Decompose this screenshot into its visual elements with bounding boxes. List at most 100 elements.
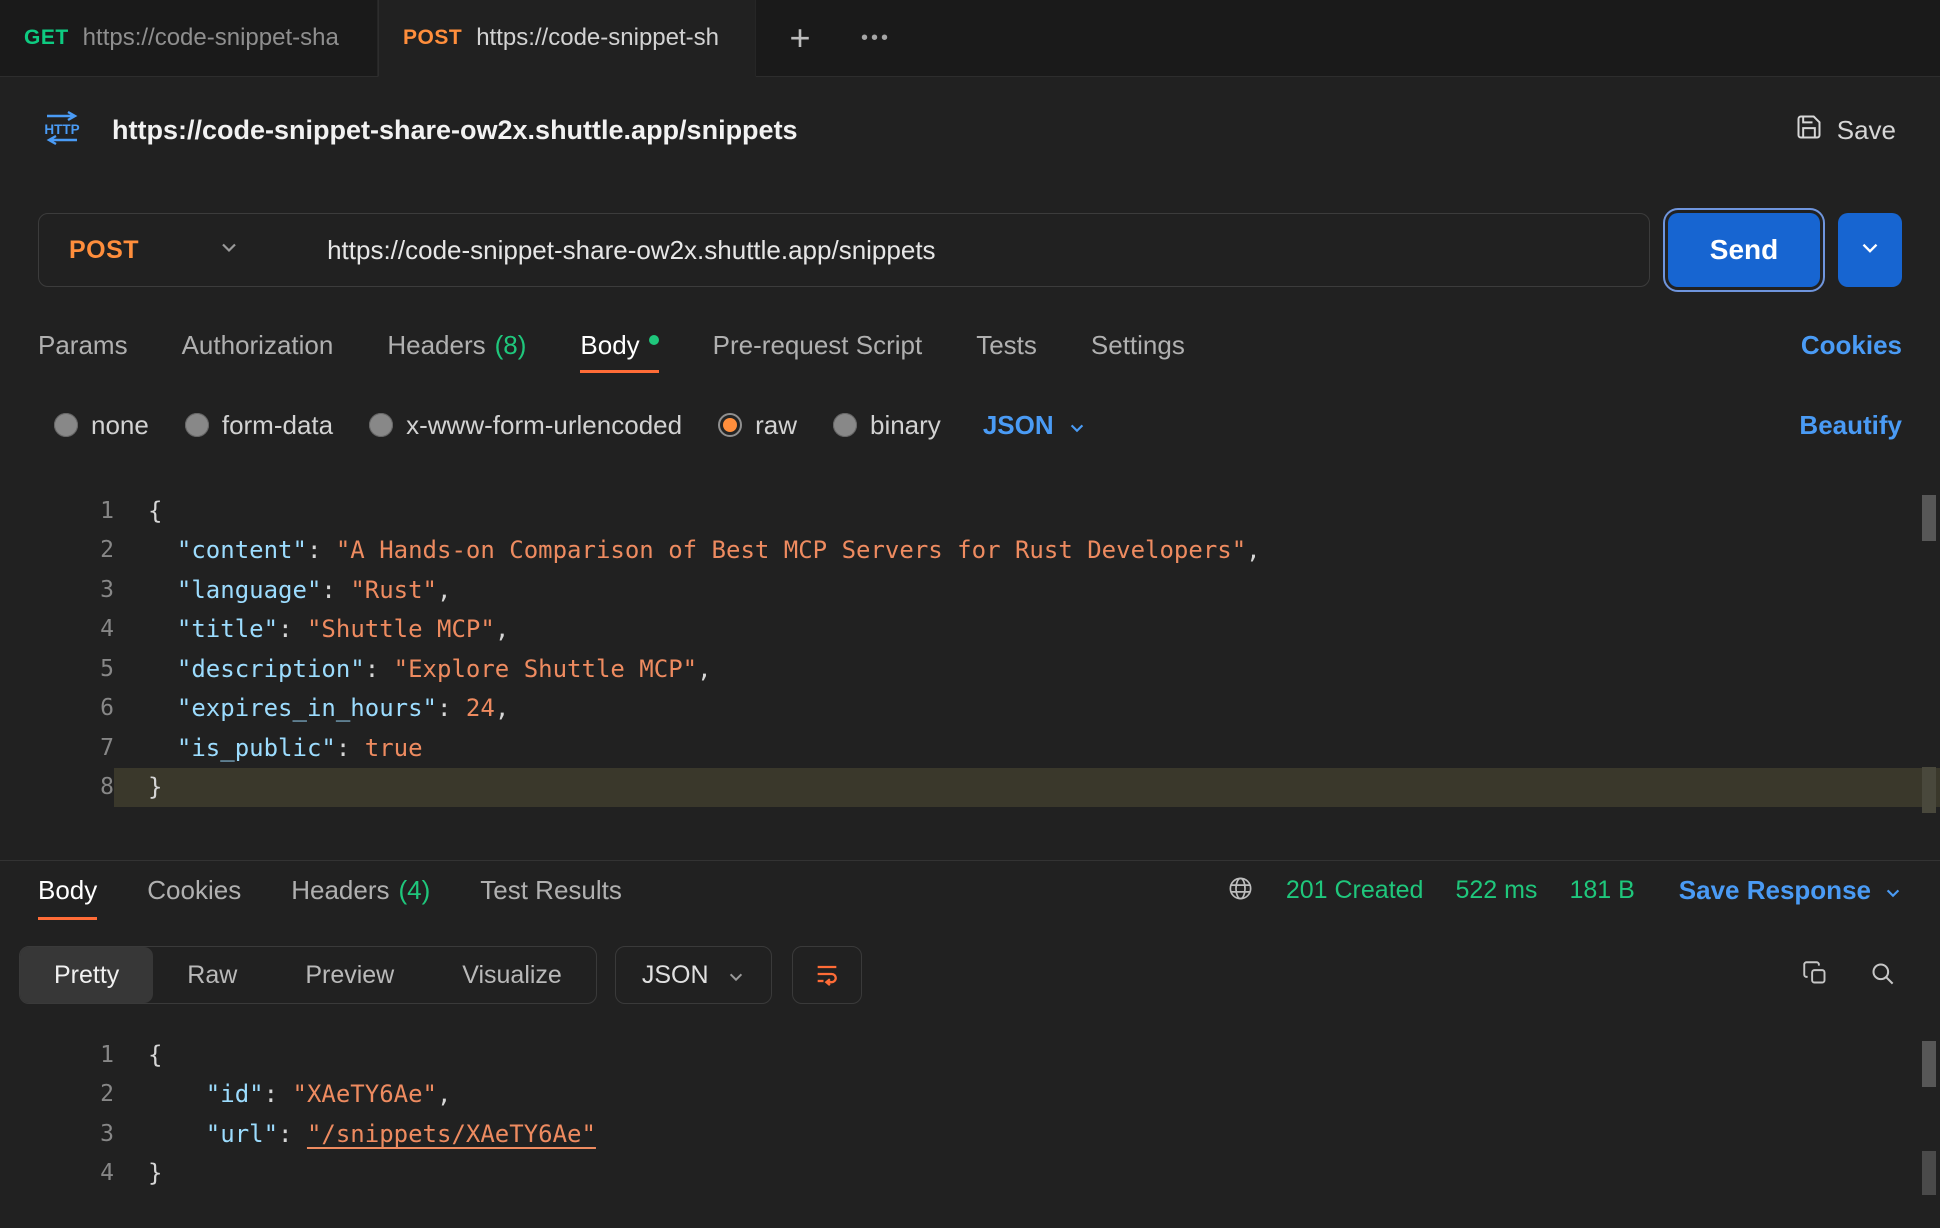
line-number: 3 <box>0 577 114 603</box>
code-text[interactable]: "url": "/snippets/XAeTY6Ae" <box>114 1114 1940 1154</box>
editor-scroll-marker[interactable] <box>1922 767 1936 813</box>
wrap-lines-button[interactable] <box>792 946 862 1004</box>
tab-settings[interactable]: Settings <box>1091 317 1185 373</box>
code-text[interactable]: "language": "Rust", <box>114 570 1940 610</box>
save-response-button[interactable]: Save Response <box>1679 875 1902 906</box>
url-input[interactable] <box>269 235 1649 266</box>
code-line[interactable]: 5 "description": "Explore Shuttle MCP", <box>0 649 1940 689</box>
chevron-down-icon <box>219 241 239 259</box>
code-text[interactable]: "is_public": true <box>114 728 1940 768</box>
raw-format-dropdown[interactable]: JSON <box>983 410 1086 441</box>
view-raw-button[interactable]: Raw <box>153 947 271 1003</box>
request-title-row: HTTP https://code-snippet-share-ow2x.shu… <box>0 77 1940 183</box>
method-dropdown[interactable]: POST <box>39 214 269 286</box>
beautify-link[interactable]: Beautify <box>1799 410 1902 441</box>
body-type-none[interactable]: none <box>54 410 149 441</box>
save-button[interactable]: Save <box>1789 112 1902 149</box>
line-number: 1 <box>0 498 114 524</box>
editor-scrollbar-thumb[interactable] <box>1922 495 1936 541</box>
code-text[interactable]: { <box>114 1035 1940 1075</box>
editor-scroll-marker[interactable] <box>1922 1151 1936 1195</box>
line-number: 6 <box>0 695 114 721</box>
body-type-form-data[interactable]: form-data <box>185 410 333 441</box>
editor-scrollbar-thumb[interactable] <box>1922 1041 1936 1087</box>
tab-params[interactable]: Params <box>38 317 128 373</box>
code-text[interactable]: "expires_in_hours": 24, <box>114 689 1940 729</box>
line-number: 5 <box>0 656 114 682</box>
code-line[interactable]: 4} <box>0 1154 1940 1194</box>
response-format-dropdown[interactable]: JSON <box>615 946 772 1004</box>
view-visualize-button[interactable]: Visualize <box>428 947 596 1003</box>
search-response-button[interactable] <box>1863 959 1902 991</box>
response-tab-body[interactable]: Body <box>38 861 97 920</box>
line-number: 7 <box>0 735 114 761</box>
code-line[interactable]: 2 "id": "XAeTY6Ae", <box>0 1075 1940 1115</box>
code-text[interactable]: "content": "A Hands-on Comparison of Bes… <box>114 531 1940 571</box>
request-tab-bar: GET https://code-snippet-sha POST https:… <box>0 0 1940 77</box>
radio-icon <box>54 413 78 437</box>
tab-label: Headers <box>291 875 389 906</box>
new-tab-button[interactable]: + <box>768 0 832 76</box>
code-text[interactable]: "id": "XAeTY6Ae", <box>114 1075 1940 1115</box>
api-client-window: GET https://code-snippet-sha POST https:… <box>0 0 1940 1228</box>
tab-label: Body <box>580 330 639 361</box>
view-pretty-button[interactable]: Pretty <box>20 947 153 1003</box>
body-type-binary[interactable]: binary <box>833 410 941 441</box>
line-number: 3 <box>0 1121 114 1147</box>
tab-url-text: https://code-snippet-sha <box>83 24 339 52</box>
chevron-down-icon <box>1859 242 1881 258</box>
response-headers-count-badge: (4) <box>398 875 430 906</box>
tab-label: Body <box>38 875 97 906</box>
tab-label: Pre-request Script <box>713 330 923 361</box>
code-line[interactable]: 8} <box>0 768 1940 808</box>
send-button[interactable]: Send <box>1668 213 1820 287</box>
view-mode-group: Pretty Raw Preview Visualize <box>19 946 597 1004</box>
view-preview-button[interactable]: Preview <box>271 947 428 1003</box>
request-body-editor[interactable]: 1{2 "content": "A Hands-on Comparison of… <box>0 489 1940 841</box>
tab-tests[interactable]: Tests <box>976 317 1037 373</box>
tab-authorization[interactable]: Authorization <box>182 317 334 373</box>
code-line[interactable]: 3 "language": "Rust", <box>0 570 1940 610</box>
code-line[interactable]: 2 "content": "A Hands-on Comparison of B… <box>0 531 1940 571</box>
code-line[interactable]: 1{ <box>0 1035 1940 1075</box>
response-tab-test-results[interactable]: Test Results <box>480 861 622 920</box>
code-text[interactable]: { <box>114 491 1940 531</box>
tab-body[interactable]: Body <box>580 317 658 373</box>
code-line[interactable]: 7 "is_public": true <box>0 728 1940 768</box>
response-body-editor[interactable]: 1{2 "id": "XAeTY6Ae",3 "url": "/snippets… <box>0 1033 1940 1228</box>
body-type-urlencoded[interactable]: x-www-form-urlencoded <box>369 410 682 441</box>
code-text[interactable]: "title": "Shuttle MCP", <box>114 610 1940 650</box>
more-tabs-button[interactable]: ••• <box>844 0 908 76</box>
response-tab-headers[interactable]: Headers (4) <box>291 861 430 920</box>
copy-response-button[interactable] <box>1796 959 1835 991</box>
method-badge-post: POST <box>403 26 462 50</box>
radio-label: raw <box>755 410 797 441</box>
svg-text:HTTP: HTTP <box>44 122 79 137</box>
tab-label: Authorization <box>182 330 334 361</box>
request-tab-get[interactable]: GET https://code-snippet-sha <box>0 0 378 76</box>
radio-icon <box>369 413 393 437</box>
code-text[interactable]: } <box>114 1154 1940 1194</box>
response-view-controls: Pretty Raw Preview Visualize JSON <box>0 946 1940 1004</box>
send-options-button[interactable] <box>1838 213 1902 287</box>
code-line[interactable]: 4 "title": "Shuttle MCP", <box>0 610 1940 650</box>
response-tab-cookies[interactable]: Cookies <box>147 861 241 920</box>
save-label: Save <box>1837 115 1896 146</box>
tab-url-text: https://code-snippet-sh <box>476 24 719 52</box>
tab-headers[interactable]: Headers (8) <box>387 317 526 373</box>
code-text[interactable]: "description": "Explore Shuttle MCP", <box>114 649 1940 689</box>
body-type-raw[interactable]: raw <box>718 410 797 441</box>
radio-label: x-www-form-urlencoded <box>406 410 682 441</box>
code-line[interactable]: 1{ <box>0 491 1940 531</box>
code-text[interactable]: } <box>114 768 1940 808</box>
radio-icon <box>833 413 857 437</box>
response-tools <box>1796 959 1902 991</box>
request-title: https://code-snippet-share-ow2x.shuttle.… <box>112 115 798 146</box>
tab-pre-request-script[interactable]: Pre-request Script <box>713 317 923 373</box>
status-badge: 201 Created <box>1286 876 1424 905</box>
url-input-group: POST <box>38 213 1650 287</box>
request-tab-post[interactable]: POST https://code-snippet-sh <box>378 0 756 77</box>
code-line[interactable]: 3 "url": "/snippets/XAeTY6Ae" <box>0 1114 1940 1154</box>
cookies-link[interactable]: Cookies <box>1801 330 1902 361</box>
code-line[interactable]: 6 "expires_in_hours": 24, <box>0 689 1940 729</box>
